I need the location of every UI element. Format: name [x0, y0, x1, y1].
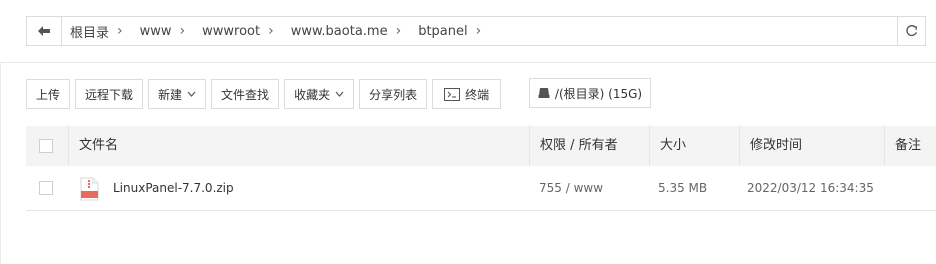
breadcrumb-item-wwwroot[interactable]: wwwroot › — [202, 23, 274, 39]
breadcrumb-item-www[interactable]: www › — [140, 23, 186, 39]
terminal-icon — [444, 87, 461, 101]
new-label: 新建 — [158, 87, 183, 102]
favorites-dropdown-button[interactable]: 收藏夹 — [284, 79, 355, 109]
disk-selector-button[interactable]: /(根目录) (15G) — [529, 78, 651, 108]
breadcrumb: 根目录 › www › wwwroot › www.baota.me › btp… — [62, 17, 498, 45]
chevron-right-icon: › — [475, 23, 482, 39]
new-dropdown-button[interactable]: 新建 — [148, 79, 207, 109]
file-search-button[interactable]: 文件查找 — [211, 79, 280, 109]
breadcrumb-label: wwwroot — [202, 23, 261, 39]
size-header[interactable]: 大小 — [650, 126, 740, 166]
file-manager: 根目录 › www › wwwroot › www.baota.me › btp… — [0, 0, 936, 264]
breadcrumb-label: btpanel — [418, 23, 468, 39]
chevron-down-icon — [187, 91, 196, 97]
refresh-icon — [906, 24, 918, 36]
chevron-down-icon — [335, 91, 344, 97]
chevron-right-icon: › — [117, 23, 123, 39]
select-all-checkbox[interactable] — [39, 139, 53, 153]
chevron-right-icon: › — [268, 23, 274, 39]
file-table-header: 文件名 权限 / 所有者 大小 修改时间 备注 — [26, 126, 936, 166]
breadcrumb-bar: 根目录 › www › wwwroot › www.baota.me › btp… — [26, 16, 898, 46]
file-permission[interactable]: 755 / www — [539, 166, 603, 210]
upload-button[interactable]: 上传 — [26, 79, 71, 109]
breadcrumb-label: www — [139, 23, 172, 39]
path-header: 根目录 › www › wwwroot › www.baota.me › btp… — [0, 0, 936, 63]
arrow-left-icon — [38, 26, 50, 36]
breadcrumb-label: www.baota.me — [290, 23, 388, 39]
favorites-label: 收藏夹 — [294, 87, 331, 102]
terminal-button[interactable]: 终端 — [432, 79, 502, 109]
disk-icon — [538, 88, 550, 98]
breadcrumb-item-site[interactable]: www.baota.me › — [291, 23, 401, 39]
breadcrumb-item-root[interactable]: 根目录 › — [70, 22, 123, 41]
file-size: 5.35 MB — [658, 181, 708, 195]
terminal-label: 终端 — [465, 87, 490, 102]
filename-header[interactable]: 文件名 — [68, 126, 530, 166]
remote-download-button[interactable]: 远程下载 — [75, 79, 144, 109]
breadcrumb-item-btpanel[interactable]: btpanel › — [418, 23, 481, 39]
chevron-right-icon: › — [179, 23, 186, 39]
permission-header[interactable]: 权限 / 所有者 — [530, 126, 650, 166]
file-toolbar: 上传 远程下载 新建 文件查找 收藏夹 分享列表 终端 — [26, 78, 502, 110]
refresh-button[interactable] — [898, 16, 926, 46]
modified-header[interactable]: 修改时间 — [740, 126, 885, 166]
share-list-button[interactable]: 分享列表 — [359, 79, 428, 109]
zip-file-icon — [80, 177, 99, 201]
file-name[interactable]: LinuxPanel-7.7.0.zip — [113, 166, 234, 210]
table-row[interactable]: LinuxPanel-7.7.0.zip 755 / www 5.35 MB 2… — [26, 166, 936, 211]
note-header: 备注 — [895, 138, 922, 153]
back-button[interactable] — [27, 17, 62, 45]
disk-label: /(根目录) (15G) — [554, 86, 643, 101]
chevron-right-icon: › — [395, 23, 402, 39]
breadcrumb-label: 根目录 — [70, 25, 110, 41]
file-modified-time: 2022/03/12 16:34:35 — [747, 181, 874, 195]
row-checkbox[interactable] — [39, 181, 53, 195]
